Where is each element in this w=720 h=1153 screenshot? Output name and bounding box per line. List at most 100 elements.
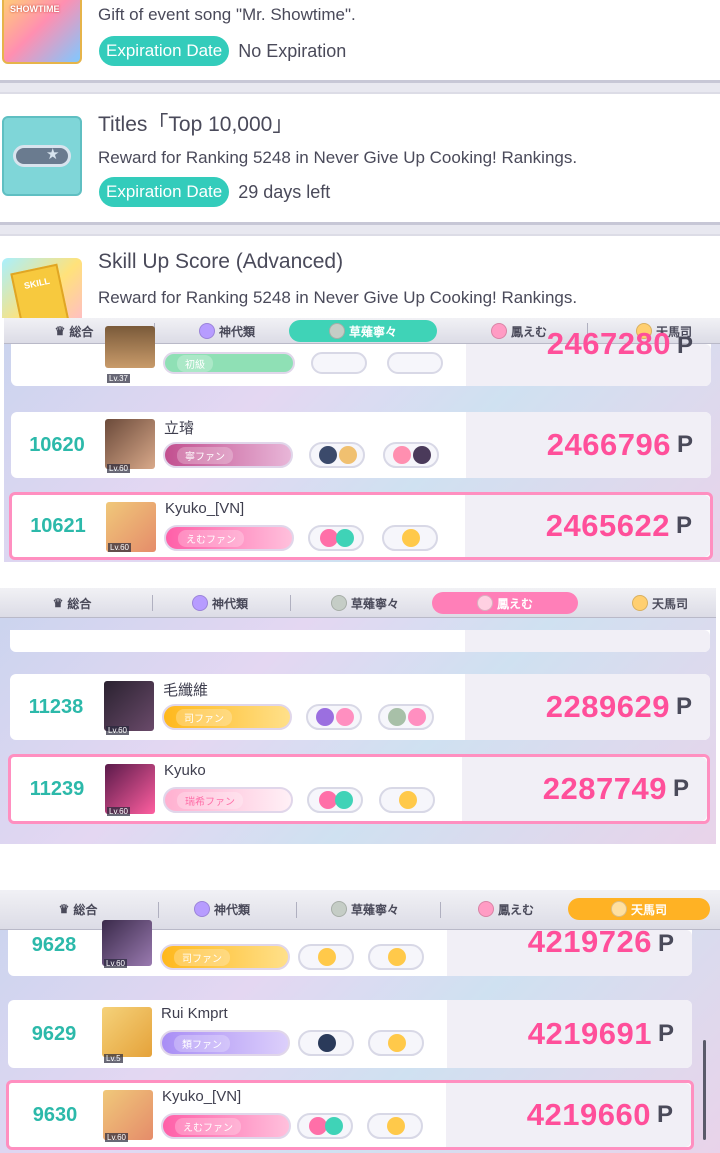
achievement-pill — [367, 1113, 423, 1139]
fan-badge: 寧ファン — [163, 442, 293, 468]
tab-nene[interactable]: 草薙寧々 — [289, 320, 437, 342]
player-avatar — [105, 419, 155, 469]
score-unit: P — [657, 930, 674, 957]
reward-description: Gift of event song "Mr. Showtime". — [98, 5, 356, 24]
score-value: 2287749 — [542, 771, 667, 806]
score-box: 2465622 P — [465, 495, 710, 557]
achievement-pill — [307, 787, 363, 813]
ranking-row[interactable]: 9629 Lv.5 Rui Kmprt 類ファン 4219691 P — [8, 1000, 692, 1068]
star-icon: ★ — [46, 146, 60, 163]
fan-badge: 初級 — [163, 352, 295, 374]
reward-item[interactable]: SHOWTIME Gift of event song "Mr. Showtim… — [0, 0, 720, 80]
tab-tsukasa[interactable]: 天馬司 — [610, 592, 710, 614]
player-level: Lv.60 — [104, 959, 127, 968]
score-value: 4219660 — [526, 1097, 651, 1132]
achievement-pill — [368, 944, 424, 970]
tab-emu[interactable]: 鳳えむ — [456, 898, 556, 920]
tab-separator — [440, 902, 441, 918]
fan-badge: えむファン — [161, 1113, 291, 1139]
achievement-pill — [383, 442, 439, 468]
tab-overall[interactable]: ♛ 総合 — [28, 898, 128, 920]
ranking-row-highlighted[interactable]: 10621 Lv.60 Kyuko_[VN] えむファン 2465622 P — [9, 492, 713, 560]
tab-label: 草薙寧々 — [350, 596, 399, 611]
reward-item[interactable]: ★ Titles「Top 10,000」 Reward for Ranking … — [0, 94, 720, 222]
achievement-pill — [298, 944, 354, 970]
rank-number: 11239 — [29, 777, 85, 800]
tab-tsukasa[interactable]: 天馬司 — [568, 898, 710, 920]
nene-chibi-icon — [330, 901, 347, 917]
badge-label: えむファン — [175, 1117, 241, 1135]
ranking-row[interactable]: 11238 Lv.60 毛纖維 司ファン 2289629 P — [10, 674, 710, 740]
tab-label: 天馬司 — [651, 596, 688, 611]
expiration-value: No Expiration — [238, 40, 347, 61]
score-box: 4219691 P — [447, 1000, 692, 1068]
score-box: 4219726 P — [447, 924, 692, 976]
ranking-panel-emu: ♛ 総合 神代類 草薙寧々 鳳えむ 天馬司 11238 Lv.60 毛纖維 司ファ… — [0, 588, 716, 844]
ranking-row[interactable]: Lv.37 初級 2467280 P — [11, 326, 711, 386]
tab-label: 総合 — [69, 324, 94, 339]
achievement-pill — [297, 1113, 353, 1139]
ranking-panel-nene: ♛ 総合 神代類 草薙寧々 鳳えむ 天馬司 Lv.37 初級 2467280 P 1… — [4, 318, 720, 562]
player-name: Kyuko — [164, 762, 206, 779]
player-level: Lv.60 — [107, 807, 130, 816]
tab-label: 神代類 — [213, 902, 250, 917]
badge-label: 司ファン — [174, 948, 230, 966]
ranking-row[interactable]: 9628 Lv.60 司ファン 4219726 P — [8, 920, 692, 976]
score-value: 4219726 — [527, 924, 652, 959]
ranking-row[interactable]: 10620 Lv.60 立璿 寧ファン 2466796 P — [11, 412, 711, 478]
tab-label: 総合 — [73, 902, 98, 917]
ranking-row-highlighted[interactable]: 11239 Lv.60 Kyuko 瑞希ファン 2287749 P — [8, 754, 710, 824]
reward-title: Titles「Top 10,000」 — [98, 113, 294, 136]
score-box: 2289629 P — [465, 674, 710, 740]
crown-icon: ♛ — [54, 324, 66, 338]
reward-item[interactable]: SKILL Skill Up Score (Advanced) Reward f… — [0, 236, 720, 318]
score-value: 2289629 — [545, 689, 670, 724]
tab-rui[interactable]: 神代類 — [172, 898, 272, 920]
emu-chibi-icon — [476, 595, 493, 611]
score-value: 4219691 — [527, 1016, 652, 1051]
score-box: 2466796 P — [466, 412, 711, 478]
fan-badge: 瑞希ファン — [163, 787, 293, 813]
badge-label: えむファン — [178, 529, 244, 547]
score-value: 2466796 — [546, 427, 671, 462]
tab-label: 草薙寧々 — [348, 324, 397, 339]
fan-badge: 類ファン — [160, 1030, 290, 1056]
achievement-pill — [306, 704, 362, 730]
tab-rui[interactable]: 神代類 — [170, 592, 270, 614]
score-unit: P — [675, 693, 692, 720]
emu-chibi-icon — [477, 901, 494, 917]
score-unit: P — [657, 1020, 674, 1047]
character-tab-bar: ♛ 総合 神代類 草薙寧々 鳳えむ 天馬司 — [0, 588, 716, 618]
tab-overall[interactable]: ♛ 総合 — [22, 592, 122, 614]
tab-emu[interactable]: 鳳えむ — [432, 592, 578, 614]
scrollbar[interactable] — [703, 1040, 706, 1140]
reward-title: Skill Up Score (Advanced) — [98, 250, 344, 273]
player-name: 毛纖維 — [163, 682, 209, 699]
ranking-row-highlighted[interactable]: 9630 Lv.60 Kyuko_[VN] えむファン 4219660 P — [6, 1080, 694, 1150]
score-unit: P — [672, 775, 689, 802]
reward-list: SHOWTIME Gift of event song "Mr. Showtim… — [0, 0, 720, 318]
achievement-pill — [368, 1030, 424, 1056]
rank-number: 11238 — [28, 695, 84, 718]
achievement-pill — [311, 352, 367, 374]
nene-chibi-icon — [330, 595, 347, 611]
tab-label: 草薙寧々 — [350, 902, 399, 917]
expiration-date-badge: Expiration Date — [99, 36, 230, 66]
tab-rui[interactable]: 神代類 — [182, 320, 272, 342]
score-box: 2467280 P — [466, 326, 711, 386]
tab-nene[interactable]: 草薙寧々 — [310, 592, 420, 614]
achievement-pill — [378, 704, 434, 730]
player-level: Lv.60 — [105, 1133, 128, 1142]
ranking-row-partial[interactable] — [10, 630, 710, 652]
badge-label: 司ファン — [176, 708, 232, 726]
rui-chibi-icon — [193, 901, 210, 917]
score-unit: P — [656, 1101, 673, 1128]
tab-nene[interactable]: 草薙寧々 — [310, 898, 420, 920]
crown-icon: ♛ — [58, 902, 70, 916]
screenshot-collage: SHOWTIME Gift of event song "Mr. Showtim… — [0, 0, 720, 1153]
player-level: Lv.5 — [104, 1054, 123, 1063]
player-level: Lv.60 — [106, 726, 129, 735]
achievement-pill — [298, 1030, 354, 1056]
player-avatar — [104, 681, 154, 731]
tab-separator — [296, 902, 297, 918]
